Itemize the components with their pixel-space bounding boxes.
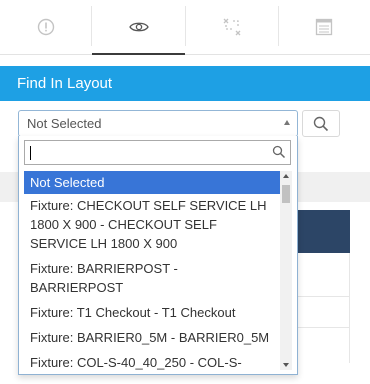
table-row-divider bbox=[298, 296, 350, 297]
info-icon bbox=[37, 18, 55, 36]
search-icon bbox=[272, 145, 286, 159]
dropdown-list: Not Selected Fixture: CHECKOUT SELF SERV… bbox=[24, 171, 280, 370]
dropdown-scrollbar[interactable] bbox=[280, 171, 292, 370]
scroll-down-icon[interactable] bbox=[283, 363, 289, 367]
text-cursor bbox=[30, 146, 31, 160]
select-dropdown: Not Selected Fixture: CHECKOUT SELF SERV… bbox=[18, 136, 298, 375]
dropdown-search-input[interactable] bbox=[24, 140, 291, 165]
table-row-divider bbox=[298, 327, 350, 328]
icon-tab-bar bbox=[0, 0, 370, 55]
find-in-layout-header: Find In Layout bbox=[0, 66, 370, 101]
route-icon bbox=[223, 18, 240, 36]
tab-list[interactable] bbox=[278, 0, 370, 54]
scrollbar-thumb[interactable] bbox=[282, 185, 290, 203]
list-item[interactable]: Fixture: BARRIER0_5M - BARRIER0_5M bbox=[24, 326, 280, 351]
search-button[interactable] bbox=[302, 110, 340, 137]
search-icon bbox=[313, 116, 329, 131]
results-table-header bbox=[298, 210, 350, 253]
list-item[interactable]: Fixture: CHECKOUT SELF SERVICE LH 1800 X… bbox=[24, 194, 280, 257]
list-icon bbox=[315, 18, 333, 36]
caret-up-icon bbox=[284, 120, 290, 125]
select-value: Not Selected bbox=[27, 116, 102, 131]
fixture-select[interactable]: Not Selected bbox=[18, 110, 298, 137]
list-item[interactable]: Not Selected bbox=[24, 171, 280, 194]
tab-info[interactable] bbox=[0, 0, 92, 54]
list-item[interactable]: Fixture: BARRIERPOST - BARRIERPOST bbox=[24, 257, 280, 301]
tab-route[interactable] bbox=[185, 0, 278, 54]
tab-view[interactable] bbox=[92, 0, 185, 55]
table-border bbox=[349, 253, 350, 363]
list-item[interactable]: Fixture: T1 Checkout - T1 Checkout bbox=[24, 301, 280, 326]
list-item[interactable]: Fixture: COL-S-40_40_250 - COL-S-400_400… bbox=[24, 351, 280, 370]
scroll-up-icon[interactable] bbox=[283, 174, 289, 178]
eye-icon bbox=[128, 22, 149, 32]
